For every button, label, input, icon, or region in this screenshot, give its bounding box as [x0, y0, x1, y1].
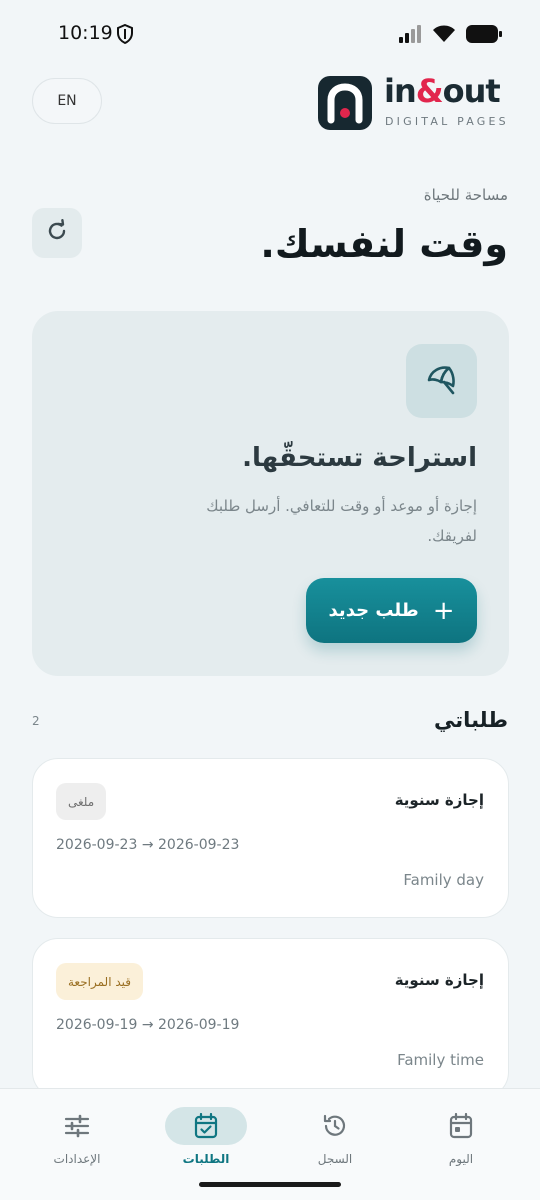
status-bar: 10:19 [0, 0, 540, 68]
shield-icon [116, 23, 134, 48]
wifi-icon [432, 25, 456, 47]
arrow-icon: → [141, 1017, 154, 1033]
request-dates: 2026-09-23 → 2026-09-23 [56, 837, 239, 853]
language-toggle-button[interactable]: EN [32, 78, 102, 124]
hero-card: استراحة تستحقّها. إجازة أو موعد أو وقت ل… [32, 311, 509, 676]
request-end-date: 2026-09-19 [158, 1017, 240, 1033]
request-card[interactable]: إجازة سنوية ملغى 2026-09-23 → 2026-09-23… [32, 758, 509, 918]
nav-item-history[interactable]: السجل [280, 1107, 390, 1177]
request-start-date: 2026-09-23 [56, 837, 138, 853]
request-note: Family day [403, 871, 484, 889]
nav-item-requests[interactable]: الطلبات [151, 1107, 261, 1177]
section-title: طلباتي [434, 708, 508, 732]
nav-label-requests: الطلبات [182, 1152, 230, 1166]
status-indicators [398, 24, 502, 48]
page-title: وقت لنفسك. [260, 222, 508, 266]
logo-text-in: in [384, 72, 417, 110]
nav-item-settings[interactable]: الإعدادات [22, 1107, 132, 1177]
request-start-date: 2026-09-19 [56, 1017, 138, 1033]
status-badge: قيد المراجعة [56, 963, 143, 1000]
signal-icon [398, 25, 422, 47]
request-dates: 2026-09-19 → 2026-09-19 [56, 1017, 239, 1033]
calendar-check-icon [165, 1107, 247, 1145]
request-note: Family time [397, 1051, 484, 1069]
nav-label-history: السجل [317, 1152, 353, 1166]
refresh-button[interactable] [32, 208, 82, 258]
new-request-button[interactable]: + طلب جديد [306, 578, 477, 643]
requests-count: 2 [32, 714, 40, 728]
status-time: 10:19 [58, 22, 113, 44]
plus-icon: + [432, 595, 455, 626]
logo-wordmark: in&out [384, 72, 501, 110]
request-type: إجازة سنوية [394, 971, 484, 989]
logo-subtitle: DIGITAL PAGES [385, 115, 509, 128]
nav-item-today[interactable]: اليوم [406, 1107, 516, 1177]
hero-description: إجازة أو موعد أو وقت للتعافي. أرسل طلبك … [206, 497, 477, 545]
request-card[interactable]: إجازة سنوية قيد المراجعة 2026-09-19 → 20… [32, 938, 509, 1098]
battery-icon [466, 24, 502, 48]
nav-label-settings: الإعدادات [53, 1152, 101, 1166]
app-header: EN in&out DIGITAL PAGES [0, 68, 540, 138]
new-request-label: طلب جديد [328, 600, 419, 621]
umbrella-icon [406, 344, 477, 418]
logo-text-amp: & [415, 72, 444, 110]
refresh-icon [45, 219, 69, 247]
logo-text-out: out [442, 72, 501, 110]
request-type: إجازة سنوية [394, 791, 484, 809]
logo-icon [318, 76, 372, 130]
arrow-icon: → [141, 837, 154, 853]
status-badge: ملغى [56, 783, 107, 820]
page-eyebrow: مساحة للحياة [423, 186, 508, 204]
nav-label-today: اليوم [448, 1152, 474, 1166]
history-icon [294, 1107, 376, 1145]
hero-title: استراحة تستحقّها. [242, 443, 477, 473]
request-end-date: 2026-09-23 [158, 837, 240, 853]
calendar-icon [420, 1107, 502, 1145]
home-indicator [199, 1182, 341, 1187]
sliders-icon [36, 1107, 118, 1145]
